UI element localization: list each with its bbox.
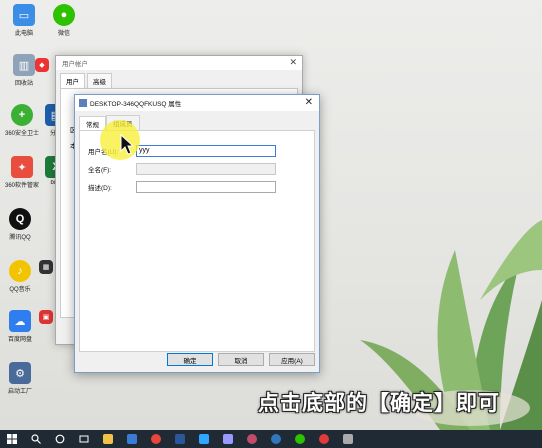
record-icon — [319, 434, 329, 444]
photoshop-icon — [199, 434, 209, 444]
user-accounts-tabs: 用户 高级 — [56, 70, 302, 88]
user-accounts-title: 用户帐户 — [62, 61, 88, 68]
user-icon — [79, 99, 87, 107]
dialog-buttons: 确定 取消 应用(A) — [167, 353, 315, 366]
music-note-icon: ♪ — [9, 260, 31, 282]
taskbar-store[interactable] — [120, 430, 144, 448]
taskbar-settings[interactable] — [336, 430, 360, 448]
ok-button[interactable]: 确定 — [167, 353, 213, 366]
windows-logo-icon — [7, 434, 17, 444]
fullname-field[interactable] — [136, 163, 276, 175]
fullname-row: 全名(F): — [88, 163, 276, 175]
description-field[interactable] — [136, 181, 276, 193]
cortana-button[interactable] — [48, 430, 72, 448]
plus-shield-icon: + — [11, 104, 33, 126]
chrome-icon — [151, 434, 161, 444]
mouse-cursor-icon — [120, 134, 134, 155]
taskbar-edge[interactable] — [264, 430, 288, 448]
taskbar-file-explorer[interactable] — [96, 430, 120, 448]
gear-icon — [343, 434, 353, 444]
qq-desktop-icon[interactable]: Q 腾讯QQ — [0, 208, 40, 241]
computer-icon: ▭ — [13, 4, 35, 26]
apply-button[interactable]: 应用(A) — [269, 353, 315, 366]
penguin-icon: Q — [9, 208, 31, 230]
premiere-icon — [223, 434, 233, 444]
gear-icon: ⚙ — [9, 362, 31, 384]
cancel-button[interactable]: 取消 — [218, 353, 264, 366]
taskbar-photoshop[interactable] — [192, 430, 216, 448]
wechat-icon: ● — [53, 4, 75, 26]
description-label: 描述(D): — [88, 185, 112, 192]
taskbar-wechat[interactable] — [288, 430, 312, 448]
user-accounts-titlebar[interactable]: 用户帐户 ✕ — [56, 56, 302, 70]
taskbar-premiere[interactable] — [216, 430, 240, 448]
grid-icon: ▦ — [39, 260, 53, 274]
dialog-titlebar[interactable]: DESKTOP-346QQFKUSQ 属性 ✕ — [75, 95, 319, 111]
description-row: 描述(D): — [88, 181, 276, 193]
folder-icon — [103, 434, 113, 444]
taskbar-davinci[interactable] — [240, 430, 264, 448]
tab-advanced[interactable]: 高级 — [87, 73, 112, 88]
taskbar — [0, 430, 542, 448]
taskbar-chrome[interactable] — [144, 430, 168, 448]
dialog-title: DESKTOP-346QQFKUSQ 属性 — [90, 101, 182, 108]
fullname-label: 全名(F): — [88, 167, 112, 174]
this-pc-icon[interactable]: ▭ 此电脑 — [4, 4, 44, 37]
square-icon: ▣ — [39, 310, 53, 324]
app-shortcut-icon[interactable]: ◆ — [32, 58, 52, 72]
close-icon[interactable]: ✕ — [305, 97, 313, 108]
tutorial-caption: 点击底部的【确定】即可 — [258, 391, 500, 415]
cortana-icon — [55, 434, 65, 444]
taskbar-record[interactable] — [312, 430, 336, 448]
launcher-icon[interactable]: ⚙ 启动工厂 — [0, 362, 40, 395]
start-button[interactable] — [0, 430, 24, 448]
davinci-icon — [247, 434, 257, 444]
task-view-button[interactable] — [72, 430, 96, 448]
search-icon — [31, 434, 41, 444]
general-panel: 用户名(U): yyy 全名(F): 描述(D): — [79, 130, 315, 352]
wechat-desktop-icon[interactable]: ● 微信 — [44, 4, 84, 37]
edge-icon — [271, 434, 281, 444]
cloud-icon: ☁ — [9, 310, 31, 332]
username-field[interactable]: yyy — [136, 145, 276, 157]
close-icon[interactable]: ✕ — [289, 57, 297, 68]
taskbar-word[interactable] — [168, 430, 192, 448]
flower-icon: ✦ — [11, 156, 33, 178]
wechat-icon — [295, 434, 305, 444]
word-icon — [175, 434, 185, 444]
store-icon — [127, 434, 137, 444]
tab-users[interactable]: 用户 — [60, 73, 85, 88]
search-button[interactable] — [24, 430, 48, 448]
diamond-icon: ◆ — [35, 58, 49, 72]
task-view-icon — [79, 435, 89, 443]
